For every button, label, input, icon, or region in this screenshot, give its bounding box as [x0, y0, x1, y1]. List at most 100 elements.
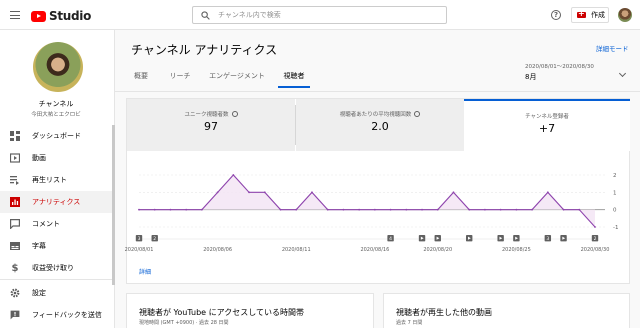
other-videos-card: 視聴者が再生した他の動画 過去 7 日間: [383, 293, 630, 328]
sidebar-item-label: コメント: [32, 220, 60, 228]
sidebar-item-dashboard[interactable]: ダッシュボード: [0, 125, 112, 147]
data-point: [248, 191, 250, 194]
metric-label-wrap: 視聴者あたりの平均視聴回数: [296, 110, 464, 118]
create-label: 作成: [591, 11, 605, 19]
details-link[interactable]: 詳細: [139, 267, 151, 276]
data-point: [138, 208, 140, 211]
studio-logo[interactable]: Studio: [31, 9, 91, 23]
dollar-icon: $: [11, 262, 19, 274]
data-point: [263, 191, 266, 194]
y-tick-label: -1: [613, 225, 618, 231]
tab-audience[interactable]: 視聴者: [278, 68, 310, 88]
analytics-icon: [10, 197, 20, 207]
feedback-icon: [10, 310, 20, 320]
x-tick-label: 2020/08/30: [581, 247, 610, 253]
data-point: [342, 208, 345, 211]
create-button[interactable]: 作成: [571, 7, 609, 23]
tab-overview[interactable]: 概要: [126, 68, 156, 88]
comment-icon: [10, 219, 20, 229]
analytics-card: ユニーク視聴者数 97 視聴者あたりの平均視聴回数 2.0 チャンネル登録者 +…: [125, 98, 630, 284]
subscribers-line-chart: 2 1 0 -1 3 2 4 3 2 2020/08/01 2020/08/06 2020/08/11…: [125, 173, 619, 253]
chevron-down-icon: [618, 69, 627, 78]
card-title: 視聴者が YouTube にアクセスしている時間帯: [139, 308, 304, 317]
playlist-icon: [10, 175, 20, 185]
subtitles-icon: [10, 241, 20, 251]
marker-count: 2: [153, 236, 156, 242]
sidebar-item-videos[interactable]: 動画: [0, 147, 112, 169]
x-tick-label: 2020/08/20: [423, 247, 452, 253]
card-subtitle: 過去 7 日間: [396, 320, 423, 326]
marker-count: 3: [138, 236, 141, 242]
sidebar-item-comments[interactable]: コメント: [0, 213, 112, 235]
x-tick-label: 2020/08/11: [282, 247, 311, 253]
search-input[interactable]: チャンネル内で検索: [192, 6, 447, 24]
data-point: [389, 208, 392, 211]
y-tick-label: 2: [613, 173, 617, 179]
data-point: [326, 208, 329, 211]
sidebar-item-label: 設定: [32, 289, 46, 297]
marker-count: 4: [389, 236, 392, 242]
data-point: [436, 208, 439, 211]
data-point: [200, 208, 203, 211]
gear-icon: [10, 288, 20, 298]
x-tick-label: 2020/08/25: [502, 247, 531, 253]
metric-unique-viewers[interactable]: ユニーク視聴者数 97: [127, 99, 295, 151]
advanced-mode-link[interactable]: 詳細モード: [596, 43, 629, 53]
sidebar-item-monetization[interactable]: $ 収益受け取り: [0, 257, 112, 279]
search-placeholder: チャンネル内で検索: [218, 11, 281, 19]
data-point: [515, 208, 518, 211]
tabs-divider: [115, 91, 640, 92]
search-icon: [201, 10, 210, 20]
watch-time-card: 視聴者が YouTube にアクセスしている時間帯 現地時間 (GMT +090…: [126, 293, 374, 328]
channel-avatar[interactable]: [33, 42, 83, 92]
sidebar-item-analytics[interactable]: アナリティクス: [0, 191, 112, 213]
data-point: [594, 226, 596, 228]
data-point: [546, 191, 549, 194]
menu-icon[interactable]: [10, 11, 20, 19]
data-point: [421, 208, 423, 211]
data-point: [373, 208, 376, 211]
sidebar-item-playlists[interactable]: 再生リスト: [0, 169, 112, 191]
tab-engagement[interactable]: エンゲージメント: [204, 68, 270, 88]
sidebar-item-settings[interactable]: 設定: [0, 282, 112, 304]
x-tick-label: 2020/08/01: [125, 247, 154, 253]
series-line: [139, 174, 596, 228]
marker-count: 2: [594, 236, 597, 242]
data-point: [311, 191, 313, 194]
metric-label: 視聴者あたりの平均視聴回数: [339, 112, 412, 118]
youtube-play-icon: [31, 10, 46, 22]
card-subtitle: 現地時間 (GMT +0900) · 過去 28 日間: [139, 320, 229, 326]
data-point: [185, 208, 188, 211]
sidebar-item-feedback[interactable]: フィードバックを送信: [0, 304, 112, 326]
sidebar-item-label: 再生リスト: [32, 176, 67, 184]
channel-name: チャンネル: [38, 100, 74, 108]
sidebar-item-label: フィードバックを送信: [32, 311, 102, 319]
data-point: [562, 208, 565, 211]
sidebar-item-subtitles[interactable]: 字幕: [0, 235, 112, 257]
metric-avg-views[interactable]: 視聴者あたりの平均視聴回数 2.0: [296, 99, 464, 151]
info-icon[interactable]: [231, 111, 238, 117]
studio-app: Studio チャンネル内で検索 ? 作成 チャンネル 今田大祐とエクロビ ダッ…: [0, 0, 640, 328]
date-period: 8月: [525, 73, 537, 81]
marker-count: 3: [546, 236, 549, 242]
metric-subscribers[interactable]: チャンネル登録者 +7: [464, 99, 630, 151]
account-avatar[interactable]: [618, 8, 632, 22]
info-icon[interactable]: [414, 111, 421, 117]
page-title: チャンネル アナリティクス: [131, 43, 278, 57]
metric-label-wrap: ユニーク視聴者数: [127, 110, 295, 118]
video-icon: [10, 153, 20, 163]
dashboard-icon: [10, 131, 20, 141]
data-point: [484, 208, 486, 211]
sidebar-scrollbar[interactable]: [112, 125, 115, 285]
x-tick-label: 2020/08/16: [360, 247, 389, 253]
metric-value: +7: [538, 122, 556, 135]
data-point: [531, 208, 534, 211]
sidebar-item-label: 字幕: [32, 242, 46, 250]
tab-reach[interactable]: リーチ: [164, 68, 196, 88]
data-point: [216, 191, 219, 194]
help-icon[interactable]: ?: [551, 10, 561, 20]
top-bar: Studio チャンネル内で検索 ? 作成: [0, 0, 640, 30]
data-point: [499, 208, 502, 211]
create-video-icon: [577, 9, 586, 18]
data-point: [169, 208, 172, 211]
